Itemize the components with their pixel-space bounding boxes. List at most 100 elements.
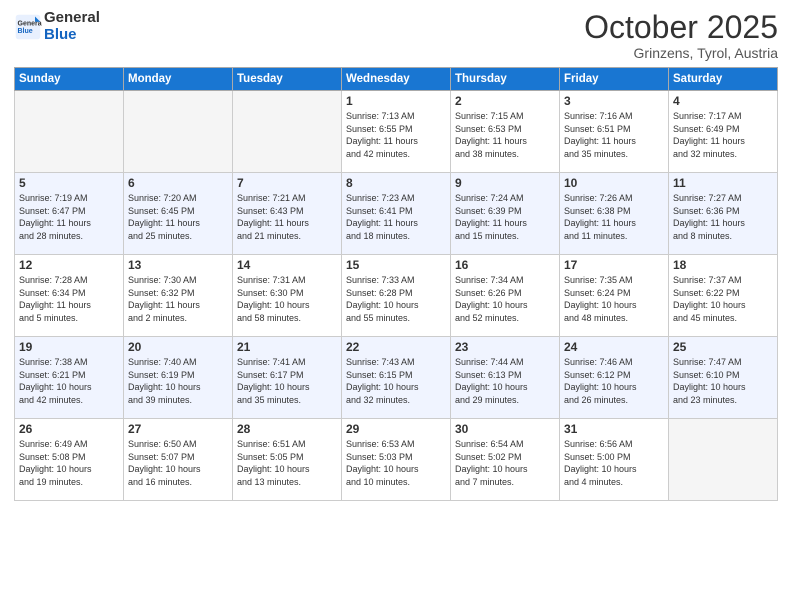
day-number: 8 <box>346 176 446 190</box>
day-number: 25 <box>673 340 773 354</box>
day-info: Sunrise: 6:50 AM Sunset: 5:07 PM Dayligh… <box>128 438 228 488</box>
table-row: 8Sunrise: 7:23 AM Sunset: 6:41 PM Daylig… <box>342 173 451 255</box>
day-info: Sunrise: 7:28 AM Sunset: 6:34 PM Dayligh… <box>19 274 119 324</box>
day-number: 24 <box>564 340 664 354</box>
table-row <box>233 91 342 173</box>
calendar-title-block: October 2025 Grinzens, Tyrol, Austria <box>584 10 778 61</box>
day-info: Sunrise: 7:43 AM Sunset: 6:15 PM Dayligh… <box>346 356 446 406</box>
day-number: 28 <box>237 422 337 436</box>
day-info: Sunrise: 6:56 AM Sunset: 5:00 PM Dayligh… <box>564 438 664 488</box>
calendar-week-row: 26 Sunrise: 6:49 AM Sunset: 5:08 PM Dayli… <box>15 419 778 501</box>
day-info: Sunrise: 6:51 AM Sunset: 5:05 PM Dayligh… <box>237 438 337 488</box>
day-info: Sunrise: 7:16 AM Sunset: 6:51 PM Dayligh… <box>564 110 664 160</box>
day-number: 12 <box>19 258 119 272</box>
table-row: 26 Sunrise: 6:49 AM Sunset: 5:08 PM Dayli… <box>15 419 124 501</box>
calendar-month-year: October 2025 <box>584 10 778 45</box>
logo-icon: General Blue <box>14 13 42 41</box>
table-row: 15Sunrise: 7:33 AM Sunset: 6:28 PM Dayli… <box>342 255 451 337</box>
table-row: 7Sunrise: 7:21 AM Sunset: 6:43 PM Daylig… <box>233 173 342 255</box>
table-row: 10 Sunrise: 7:26 AM Sunset: 6:38 PM Dayli… <box>560 173 669 255</box>
day-info: Sunrise: 7:26 AM Sunset: 6:38 PM Dayligh… <box>564 192 664 242</box>
day-number: 3 <box>564 94 664 108</box>
table-row: 31 Sunrise: 6:56 AM Sunset: 5:00 PM Dayli… <box>560 419 669 501</box>
day-number: 18 <box>673 258 773 272</box>
day-info: Sunrise: 7:31 AM Sunset: 6:30 PM Dayligh… <box>237 274 337 324</box>
day-number: 9 <box>455 176 555 190</box>
day-info: Sunrise: 6:54 AM Sunset: 5:02 PM Dayligh… <box>455 438 555 488</box>
day-number: 19 <box>19 340 119 354</box>
day-number: 7 <box>237 176 337 190</box>
day-number: 17 <box>564 258 664 272</box>
logo-blue-text: Blue <box>44 27 100 44</box>
table-row: 12 Sunrise: 7:28 AM Sunset: 6:34 PM Dayli… <box>15 255 124 337</box>
table-row: 27 Sunrise: 6:50 AM Sunset: 5:07 PM Dayli… <box>124 419 233 501</box>
table-row: 30 Sunrise: 6:54 AM Sunset: 5:02 PM Dayli… <box>451 419 560 501</box>
day-info: Sunrise: 6:53 AM Sunset: 5:03 PM Dayligh… <box>346 438 446 488</box>
logo-general-text: General <box>44 10 100 27</box>
table-row: 28 Sunrise: 6:51 AM Sunset: 5:05 PM Dayli… <box>233 419 342 501</box>
day-number: 13 <box>128 258 228 272</box>
header-thursday: Thursday <box>451 68 560 91</box>
day-info: Sunrise: 7:46 AM Sunset: 6:12 PM Dayligh… <box>564 356 664 406</box>
day-info: Sunrise: 7:41 AM Sunset: 6:17 PM Dayligh… <box>237 356 337 406</box>
day-info: Sunrise: 7:40 AM Sunset: 6:19 PM Dayligh… <box>128 356 228 406</box>
table-row: 29 Sunrise: 6:53 AM Sunset: 5:03 PM Dayli… <box>342 419 451 501</box>
day-number: 14 <box>237 258 337 272</box>
header-monday: Monday <box>124 68 233 91</box>
day-number: 20 <box>128 340 228 354</box>
table-row: 14 Sunrise: 7:31 AM Sunset: 6:30 PM Dayli… <box>233 255 342 337</box>
day-info: Sunrise: 7:44 AM Sunset: 6:13 PM Dayligh… <box>455 356 555 406</box>
table-row: 6Sunrise: 7:20 AM Sunset: 6:45 PM Daylig… <box>124 173 233 255</box>
day-number: 11 <box>673 176 773 190</box>
calendar-table: Sunday Monday Tuesday Wednesday Thursday… <box>14 67 778 501</box>
logo: General Blue General Blue <box>14 10 100 43</box>
day-info: Sunrise: 7:27 AM Sunset: 6:36 PM Dayligh… <box>673 192 773 242</box>
table-row <box>669 419 778 501</box>
day-number: 21 <box>237 340 337 354</box>
day-number: 27 <box>128 422 228 436</box>
day-info: Sunrise: 7:35 AM Sunset: 6:24 PM Dayligh… <box>564 274 664 324</box>
svg-text:Blue: Blue <box>18 28 33 35</box>
table-row: 4 Sunrise: 7:17 AM Sunset: 6:49 PM Daylig… <box>669 91 778 173</box>
table-row: 1 Sunrise: 7:13 AM Sunset: 6:55 PM Daylig… <box>342 91 451 173</box>
header-friday: Friday <box>560 68 669 91</box>
day-number: 30 <box>455 422 555 436</box>
day-number: 5 <box>19 176 119 190</box>
day-number: 6 <box>128 176 228 190</box>
day-info: Sunrise: 7:24 AM Sunset: 6:39 PM Dayligh… <box>455 192 555 242</box>
day-info: Sunrise: 6:49 AM Sunset: 5:08 PM Dayligh… <box>19 438 119 488</box>
table-row: 19Sunrise: 7:38 AM Sunset: 6:21 PM Dayli… <box>15 337 124 419</box>
day-number: 1 <box>346 94 446 108</box>
day-number: 10 <box>564 176 664 190</box>
calendar-header-row: Sunday Monday Tuesday Wednesday Thursday… <box>15 68 778 91</box>
table-row: 9 Sunrise: 7:24 AM Sunset: 6:39 PM Daylig… <box>451 173 560 255</box>
table-row: 16Sunrise: 7:34 AM Sunset: 6:26 PM Dayli… <box>451 255 560 337</box>
logo-text: General Blue <box>44 10 100 43</box>
header-tuesday: Tuesday <box>233 68 342 91</box>
table-row: 3 Sunrise: 7:16 AM Sunset: 6:51 PM Daylig… <box>560 91 669 173</box>
day-number: 22 <box>346 340 446 354</box>
day-number: 29 <box>346 422 446 436</box>
day-number: 26 <box>19 422 119 436</box>
table-row: 13 Sunrise: 7:30 AM Sunset: 6:32 PM Dayli… <box>124 255 233 337</box>
day-number: 4 <box>673 94 773 108</box>
table-row: 21 Sunrise: 7:41 AM Sunset: 6:17 PM Dayli… <box>233 337 342 419</box>
day-number: 2 <box>455 94 555 108</box>
header-wednesday: Wednesday <box>342 68 451 91</box>
day-info: Sunrise: 7:19 AM Sunset: 6:47 PM Dayligh… <box>19 192 119 242</box>
calendar-week-row: 5 Sunrise: 7:19 AM Sunset: 6:47 PM Daylig… <box>15 173 778 255</box>
table-row: 20 Sunrise: 7:40 AM Sunset: 6:19 PM Dayli… <box>124 337 233 419</box>
day-info: Sunrise: 7:30 AM Sunset: 6:32 PM Dayligh… <box>128 274 228 324</box>
header-saturday: Saturday <box>669 68 778 91</box>
calendar-week-row: 12 Sunrise: 7:28 AM Sunset: 6:34 PM Dayli… <box>15 255 778 337</box>
day-info: Sunrise: 7:17 AM Sunset: 6:49 PM Dayligh… <box>673 110 773 160</box>
day-number: 31 <box>564 422 664 436</box>
table-row: 11 Sunrise: 7:27 AM Sunset: 6:36 PM Dayli… <box>669 173 778 255</box>
day-info: Sunrise: 7:47 AM Sunset: 6:10 PM Dayligh… <box>673 356 773 406</box>
day-info: Sunrise: 7:13 AM Sunset: 6:55 PM Dayligh… <box>346 110 446 160</box>
day-number: 15 <box>346 258 446 272</box>
table-row: 22 Sunrise: 7:43 AM Sunset: 6:15 PM Dayli… <box>342 337 451 419</box>
table-row: 18Sunrise: 7:37 AM Sunset: 6:22 PM Dayli… <box>669 255 778 337</box>
table-row: 5 Sunrise: 7:19 AM Sunset: 6:47 PM Daylig… <box>15 173 124 255</box>
day-info: Sunrise: 7:34 AM Sunset: 6:26 PM Dayligh… <box>455 274 555 324</box>
